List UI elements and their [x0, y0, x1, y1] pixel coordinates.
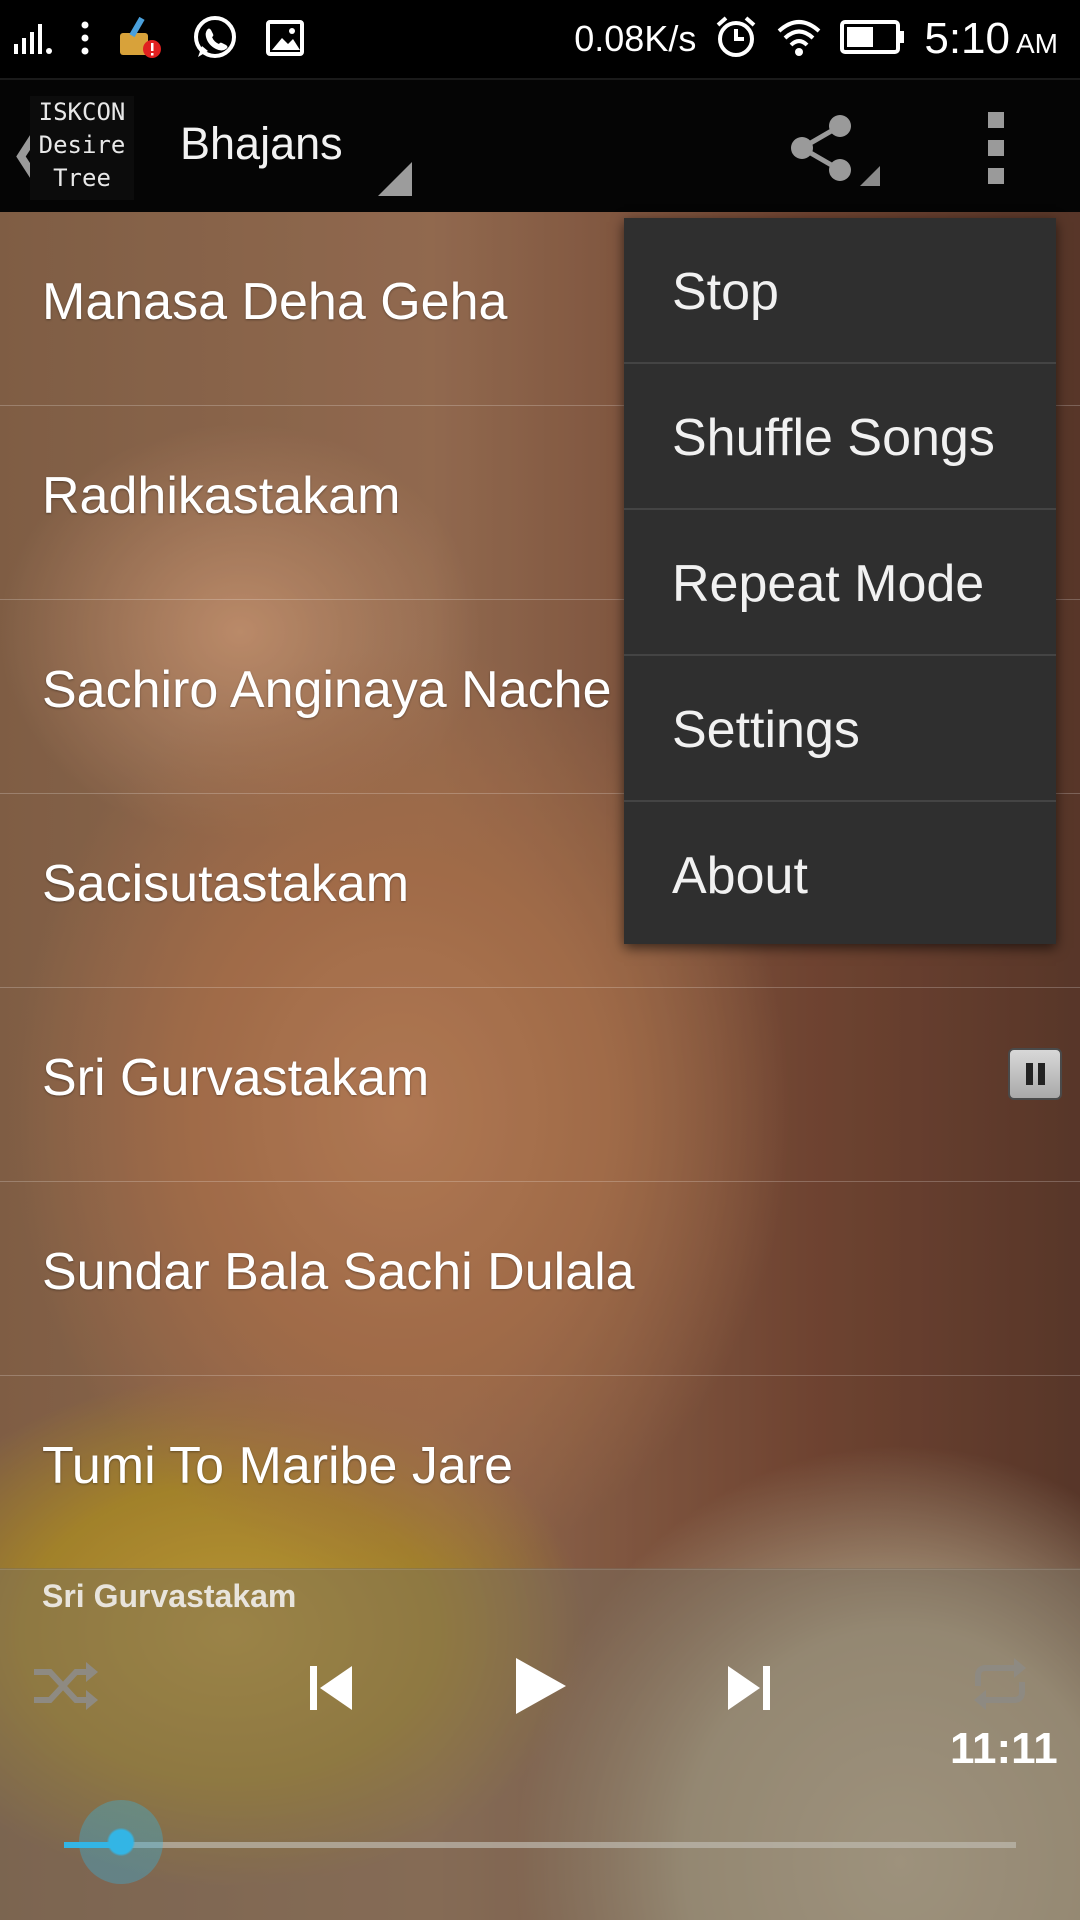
song-title: Radhikastakam — [42, 467, 401, 525]
overflow-menu: Stop Shuffle Songs Repeat Mode Settings … — [624, 218, 1056, 944]
share-icon — [791, 115, 851, 181]
shuffle-icon — [34, 1662, 98, 1710]
song-title: Sundar Bala Sachi Dulala — [42, 1243, 635, 1301]
wifi-icon — [776, 17, 822, 62]
song-list-item[interactable]: Tumi To Maribe Jare — [0, 1376, 1080, 1570]
share-dropdown-triangle-icon — [860, 166, 880, 186]
battery-icon — [840, 19, 906, 60]
overflow-dot-icon — [988, 112, 1004, 128]
previous-button[interactable] — [304, 1660, 360, 1716]
song-title: Tumi To Maribe Jare — [42, 1437, 514, 1495]
previous-icon — [310, 1666, 352, 1710]
song-list-item-playing[interactable]: Sri Gurvastakam — [0, 988, 1080, 1182]
play-button[interactable] — [508, 1654, 572, 1718]
clock-ampm: AM — [1016, 28, 1058, 59]
player-panel: Sri Gurvastakam 11:11 — [0, 1568, 1080, 1920]
menu-item-label: Stop — [672, 263, 779, 321]
shuffle-button[interactable] — [30, 1658, 100, 1714]
overflow-dot-icon — [988, 140, 1004, 156]
menu-item-label: Repeat Mode — [672, 555, 985, 613]
seek-bar[interactable] — [64, 1842, 1016, 1848]
dropdown-triangle-icon — [378, 162, 412, 196]
whatsapp-icon — [190, 13, 240, 68]
next-icon — [728, 1666, 770, 1710]
play-icon — [516, 1658, 566, 1714]
pause-icon — [1038, 1063, 1045, 1085]
seek-thumb[interactable] — [79, 1800, 164, 1884]
menu-item-label: Settings — [672, 701, 860, 759]
song-list-item[interactable]: Sundar Bala Sachi Dulala — [0, 1182, 1080, 1376]
overflow-dot-icon — [988, 168, 1004, 184]
repeat-button[interactable] — [968, 1656, 1032, 1712]
gallery-icon — [266, 18, 306, 63]
alarm-icon — [714, 15, 758, 64]
app-logo[interactable]: ISKCON Desire Tree — [30, 96, 134, 200]
overflow-menu-button[interactable] — [978, 112, 1014, 192]
logo-line: ISKCON — [38, 98, 126, 126]
category-spinner[interactable]: Bhajans — [180, 118, 412, 196]
share-button[interactable] — [780, 110, 880, 186]
menu-item-settings[interactable]: Settings — [624, 656, 1056, 802]
song-title: Sacisutastakam — [42, 855, 410, 913]
cleaner-icon — [116, 15, 164, 66]
network-speed: 0.08K/s — [574, 18, 697, 59]
logo-line: Tree — [53, 164, 111, 192]
more-vert-icon — [80, 21, 90, 60]
pause-icon — [1026, 1063, 1033, 1085]
menu-item-repeat-mode[interactable]: Repeat Mode — [624, 510, 1056, 656]
song-title: Sachiro Anginaya Nache — [42, 661, 612, 719]
menu-item-stop[interactable]: Stop — [624, 218, 1056, 364]
duration-label: 11:11 — [950, 1724, 1058, 1773]
menu-item-label: Shuffle Songs — [672, 409, 995, 467]
song-title: Sri Gurvastakam — [42, 1049, 430, 1107]
action-bar: ❮ ISKCON Desire Tree Bhajans — [0, 78, 1080, 218]
repeat-icon — [974, 1658, 1026, 1710]
clock: 5:10 — [924, 14, 1010, 63]
logo-line: Desire — [38, 131, 126, 159]
signal-icon — [14, 22, 54, 59]
menu-item-shuffle-songs[interactable]: Shuffle Songs — [624, 364, 1056, 510]
song-title: Manasa Deha Geha — [42, 273, 508, 331]
now-playing-title: Sri Gurvastakam — [42, 1578, 297, 1614]
next-button[interactable] — [720, 1660, 776, 1716]
category-title: Bhajans — [180, 118, 343, 169]
menu-item-label: About — [672, 847, 808, 905]
menu-item-about[interactable]: About — [624, 802, 1056, 944]
status-bar: 0.08K/s 5:10 AM — [0, 0, 1080, 78]
pause-button[interactable] — [1008, 1048, 1062, 1100]
